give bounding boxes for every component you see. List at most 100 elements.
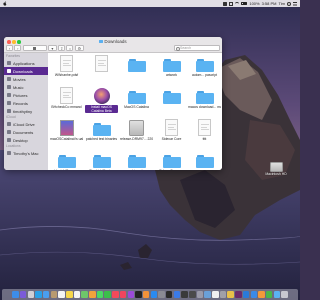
file-item[interactable]: BHcheckCo mmand	[50, 86, 83, 116]
file-item[interactable]: release-DRM97... 220818	[120, 118, 153, 148]
folder-icon	[99, 39, 104, 43]
numbers-icon[interactable]	[265, 291, 273, 298]
file-item[interactable]: shipped	[120, 150, 153, 170]
music-icon[interactable]	[119, 291, 127, 298]
file-item[interactable]: macOSCatalinaVs ualpaeBeta.dmg	[50, 118, 83, 148]
file-item[interactable]	[155, 86, 188, 116]
file-item[interactable]: MacOS Catalina	[120, 86, 153, 116]
file-item[interactable]: Sidecar Core	[155, 118, 188, 148]
menubar-clock[interactable]: 3:58 PM	[262, 0, 277, 7]
window-title: Downloads	[4, 39, 222, 44]
sidebar-item-desktop[interactable]: Desktop	[4, 136, 48, 144]
sidebar-item-music[interactable]: Music	[4, 83, 48, 91]
facetime-icon[interactable]	[104, 291, 111, 298]
icon-view-icon[interactable]	[33, 46, 37, 50]
file-item[interactable]: autom... pascript	[188, 54, 221, 84]
finder-icon[interactable]	[12, 291, 19, 298]
textedit-icon[interactable]	[212, 291, 219, 298]
forward-button[interactable]: ›	[14, 45, 22, 51]
battery-icon[interactable]	[241, 2, 248, 5]
file-thumbnail	[57, 86, 77, 104]
file-name: tttt	[202, 136, 207, 141]
reminders-icon[interactable]	[73, 291, 81, 298]
finder-titlebar[interactable]: Downloads ‹ › ▾ ⇧ ○ ⚙ Search	[4, 37, 222, 53]
file-item[interactable]: tttt	[188, 118, 221, 148]
system-preferences-icon[interactable]	[158, 291, 165, 298]
file-item[interactable]: blauightDameos	[50, 150, 83, 170]
applications-icon	[7, 61, 11, 65]
disk-utility-icon[interactable]	[219, 291, 227, 298]
news-icon[interactable]	[112, 291, 119, 298]
sidebar-item-icloud-drive[interactable]: iCloud Drive	[4, 120, 48, 128]
notes-icon[interactable]	[66, 291, 73, 298]
wifi-icon[interactable]	[235, 1, 240, 6]
sidebar-item-downloads[interactable]: Downloads	[4, 67, 48, 75]
books-icon[interactable]	[142, 291, 150, 298]
photos-icon[interactable]	[89, 291, 96, 298]
downloads-icon	[7, 69, 11, 73]
file-item[interactable]: Install macOS Catalina Beta	[85, 86, 118, 116]
pages-icon[interactable]	[258, 291, 265, 298]
apple-menu-icon[interactable]	[3, 1, 7, 6]
share-button[interactable]: ⇧	[58, 45, 66, 51]
file-item[interactable]: BlocLightEngine	[85, 150, 118, 170]
terminal-icon[interactable]	[165, 291, 173, 298]
control-center-icon[interactable]	[293, 1, 297, 6]
script-editor-icon[interactable]	[196, 291, 204, 298]
folder-icon	[195, 155, 214, 168]
action-button[interactable]: ⚙	[74, 45, 84, 51]
calendar-icon[interactable]	[58, 291, 65, 298]
dropbox-icon[interactable]	[223, 1, 228, 6]
search-field[interactable]: Search	[174, 45, 220, 52]
file-item[interactable]	[85, 54, 118, 84]
sidebar-item-applications[interactable]: Applications	[4, 59, 48, 67]
siri-icon[interactable]	[19, 291, 27, 298]
menubar-user[interactable]: Tim	[278, 0, 285, 7]
group-by-button[interactable]: ▾	[47, 45, 57, 51]
sidebar-item-timothytiny[interactable]: timothytiny	[4, 107, 48, 115]
keynote-icon[interactable]	[250, 291, 258, 298]
file-thumbnail	[57, 118, 77, 136]
activity-monitor-icon[interactable]	[181, 291, 188, 298]
desktop-drive-item[interactable]: Macintosh HD	[265, 162, 287, 182]
file-item[interactable]: SidecarDemos...	[155, 150, 188, 170]
safari-icon[interactable]	[35, 291, 42, 298]
podcasts-icon[interactable]	[127, 291, 135, 298]
maps-icon[interactable]	[81, 291, 88, 298]
app-store-icon[interactable]	[150, 291, 158, 298]
file-item[interactable]	[120, 54, 153, 84]
sidebar-item-records[interactable]: Records	[4, 99, 48, 107]
file-thumbnail	[195, 54, 215, 72]
chrome-icon[interactable]	[227, 291, 234, 298]
tags-button[interactable]: ○	[66, 45, 74, 51]
view-mode-switcher[interactable]	[22, 45, 47, 51]
file-thumbnail	[92, 54, 112, 72]
sidebar-item-label: Movies	[13, 76, 26, 82]
sidebar-item-pictures[interactable]: Pictures	[4, 91, 48, 99]
messages-icon[interactable]	[96, 291, 104, 298]
preview-icon[interactable]	[204, 291, 211, 298]
file-item[interactable]: artwork	[155, 54, 188, 84]
file-item[interactable]: macos download... master	[188, 86, 221, 116]
launchpad-icon[interactable]	[27, 291, 35, 298]
xcode-icon[interactable]	[173, 291, 181, 298]
mail-icon[interactable]	[42, 291, 50, 298]
vscode-icon[interactable]	[242, 291, 250, 298]
trash-icon[interactable]	[281, 291, 288, 298]
spotlight-icon[interactable]	[287, 1, 291, 6]
airplay-icon[interactable]	[229, 1, 234, 6]
tv-icon[interactable]	[135, 291, 142, 298]
file-item[interactable]: patched test binaries	[85, 118, 118, 148]
contacts-icon[interactable]	[50, 291, 58, 298]
file-name: Sidecar Core	[161, 136, 182, 141]
file-item[interactable]: WWnanhe.pdsf	[50, 54, 83, 84]
slack-icon[interactable]	[235, 291, 242, 298]
downloads-stack-icon[interactable]	[273, 291, 281, 298]
sidebar-item-timothy-s-mac[interactable]: Timothy's Mac	[4, 149, 48, 157]
back-button[interactable]: ‹	[6, 45, 13, 51]
sidebar-item-label: Timothy's Mac	[13, 150, 39, 156]
console-icon[interactable]	[189, 291, 196, 298]
sidebar-item-documents[interactable]: Documents	[4, 128, 48, 136]
sidebar-item-movies[interactable]: Movies	[4, 75, 48, 83]
file-item[interactable]	[188, 150, 221, 170]
